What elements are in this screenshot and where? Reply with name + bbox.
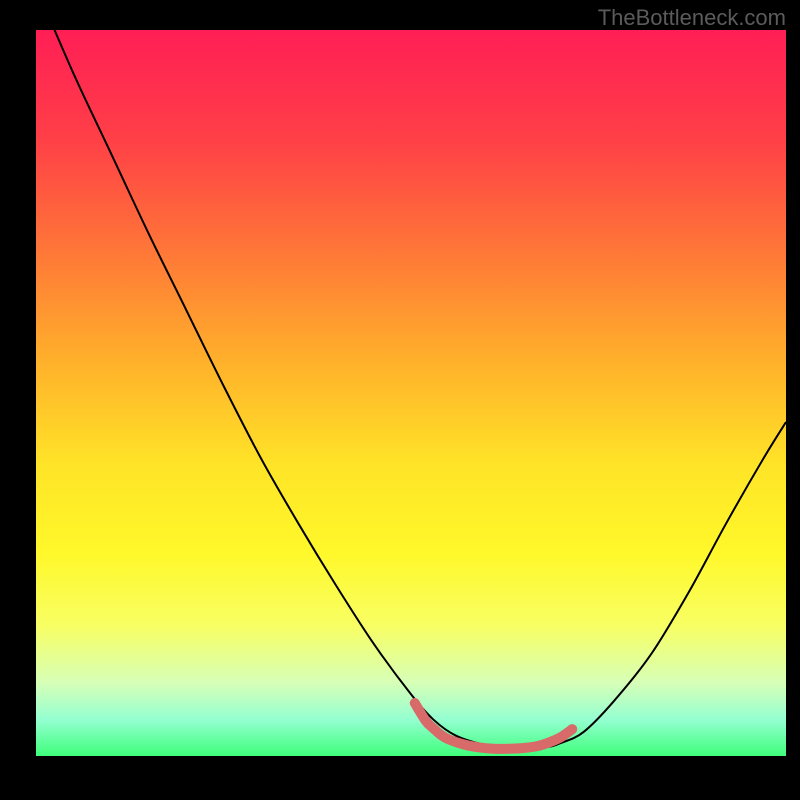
fit-band <box>415 703 573 749</box>
watermark-text: TheBottleneck.com <box>598 5 786 31</box>
curve-layer <box>36 30 786 756</box>
chart-container: TheBottleneck.com <box>0 0 800 800</box>
bottleneck-curve <box>36 30 786 749</box>
plot-area <box>36 30 786 756</box>
